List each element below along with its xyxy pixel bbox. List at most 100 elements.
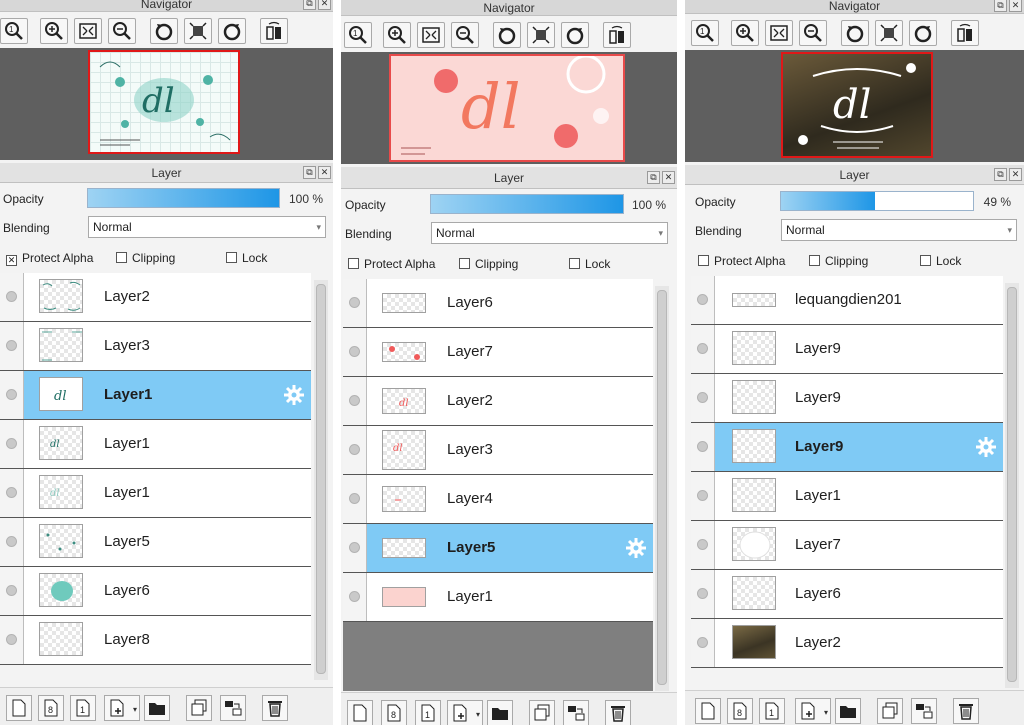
lock-checkbox[interactable]: Lock [569,257,610,271]
new-8bit-layer-icon[interactable]: 8 [727,698,753,724]
visibility-toggle[interactable] [0,322,24,370]
layer-row-selected[interactable]: dl Layer1 [0,371,311,420]
float-window-icon[interactable]: ⧉ [303,0,316,10]
layer-row[interactable]: dl Layer3 [343,426,653,475]
visibility-toggle[interactable] [343,328,367,376]
rotate-left-icon[interactable] [150,18,178,44]
layer-row[interactable]: Layer6 [0,567,311,616]
layer-row[interactable]: Layer3 [0,322,311,371]
rotate-left-icon[interactable] [841,20,869,46]
visibility-toggle[interactable] [0,371,24,419]
layer-row-selected[interactable]: Layer9 [691,423,1003,472]
float-window-icon[interactable]: ⧉ [994,0,1007,12]
zoom-in-icon[interactable] [40,18,68,44]
close-icon[interactable]: ✕ [318,166,331,179]
merge-down-icon[interactable] [563,700,589,725]
flip-horizontal-icon[interactable] [603,22,631,48]
float-window-icon[interactable]: ⧉ [647,171,660,184]
protect-alpha-checkbox[interactable]: Protect Alpha [698,254,785,268]
visibility-toggle[interactable] [0,420,24,468]
gear-icon[interactable] [625,537,647,559]
fit-screen-icon[interactable] [417,22,445,48]
layer-row[interactable]: dl Layer1 [0,420,311,469]
navigator-preview[interactable]: dl [0,48,333,160]
duplicate-layer-icon[interactable] [877,698,903,724]
visibility-toggle[interactable] [0,469,24,517]
scrollbar-thumb[interactable] [316,284,326,674]
add-layer-menu-icon[interactable]: ▾ [795,698,831,724]
layer-row[interactable]: dl Layer1 [0,469,311,518]
rotate-left-icon[interactable] [493,22,521,48]
layer-row[interactable]: Layer8 [0,616,311,665]
scrollbar-thumb[interactable] [1007,287,1017,682]
flip-horizontal-icon[interactable] [260,18,288,44]
duplicate-layer-icon[interactable] [186,695,212,721]
layer-scrollbar[interactable] [314,280,328,680]
add-layer-menu-icon[interactable]: ▾ [447,700,483,725]
actual-size-icon[interactable] [875,20,903,46]
close-icon[interactable]: ✕ [662,171,675,184]
visibility-toggle[interactable] [691,472,715,520]
layer-row[interactable]: Layer2 [691,619,1003,668]
visibility-toggle[interactable] [343,524,367,572]
rotate-right-icon[interactable] [561,22,589,48]
canvas-thumbnail[interactable]: dl [781,52,933,158]
zoom-fit-icon[interactable]: 1 [0,18,28,44]
folder-icon[interactable] [144,695,170,721]
layer-row[interactable]: Layer7 [691,521,1003,570]
visibility-toggle[interactable] [343,377,367,425]
scrollbar-thumb[interactable] [657,290,667,685]
fit-screen-icon[interactable] [74,18,102,44]
visibility-toggle[interactable] [691,423,715,471]
zoom-out-icon[interactable] [451,22,479,48]
visibility-toggle[interactable] [691,325,715,373]
layer-scrollbar[interactable] [1005,283,1019,688]
zoom-fit-icon[interactable]: 1 [344,22,372,48]
layer-row[interactable]: Layer1 [343,573,653,622]
zoom-in-icon[interactable] [383,22,411,48]
navigator-preview[interactable]: dl [341,52,677,164]
clipping-checkbox[interactable]: Clipping [809,254,868,268]
lock-checkbox[interactable]: Lock [920,254,961,268]
layer-scrollbar[interactable] [655,286,669,691]
protect-alpha-checkbox[interactable]: ✕ Protect Alpha [6,251,93,266]
layer-row[interactable]: Layer7 [343,328,653,377]
layer-row[interactable]: Layer5 [0,518,311,567]
opacity-slider[interactable] [87,188,280,208]
duplicate-layer-icon[interactable] [529,700,555,725]
layer-row[interactable]: Layer2 [0,273,311,322]
close-icon[interactable]: ✕ [1009,168,1022,181]
new-8bit-layer-icon[interactable]: 8 [38,695,64,721]
add-layer-menu-icon[interactable]: ▾ [104,695,140,721]
new-1bit-layer-icon[interactable]: 1 [70,695,96,721]
float-window-icon[interactable]: ⧉ [303,166,316,179]
layer-row[interactable]: Layer9 [691,325,1003,374]
canvas-thumbnail[interactable]: dl [88,50,240,154]
delete-layer-icon[interactable] [953,698,979,724]
gear-icon[interactable] [975,436,997,458]
merge-down-icon[interactable] [220,695,246,721]
layer-row[interactable]: Layer6 [691,570,1003,619]
visibility-toggle[interactable] [343,573,367,621]
float-window-icon[interactable]: ⧉ [994,168,1007,181]
layer-row[interactable]: Layer1 [691,472,1003,521]
delete-layer-icon[interactable] [262,695,288,721]
blending-select[interactable]: Normal ▾ [431,222,668,244]
visibility-toggle[interactable] [691,521,715,569]
zoom-out-icon[interactable] [108,18,136,44]
new-1bit-layer-icon[interactable]: 1 [415,700,441,725]
close-icon[interactable]: ✕ [1009,0,1022,12]
gear-icon[interactable] [283,384,305,406]
layer-row[interactable]: lequangdien201 [691,276,1003,325]
visibility-toggle[interactable] [691,374,715,422]
layer-row[interactable]: Layer6 [343,279,653,328]
blending-select[interactable]: Normal ▾ [781,219,1017,241]
visibility-toggle[interactable] [0,567,24,615]
layer-row[interactable]: dl Layer2 [343,377,653,426]
zoom-fit-icon[interactable]: 1 [691,20,719,46]
clipping-checkbox[interactable]: Clipping [116,251,175,265]
visibility-toggle[interactable] [691,570,715,618]
opacity-slider[interactable] [780,191,974,211]
canvas-thumbnail[interactable]: dl [389,54,625,162]
fit-screen-icon[interactable] [765,20,793,46]
